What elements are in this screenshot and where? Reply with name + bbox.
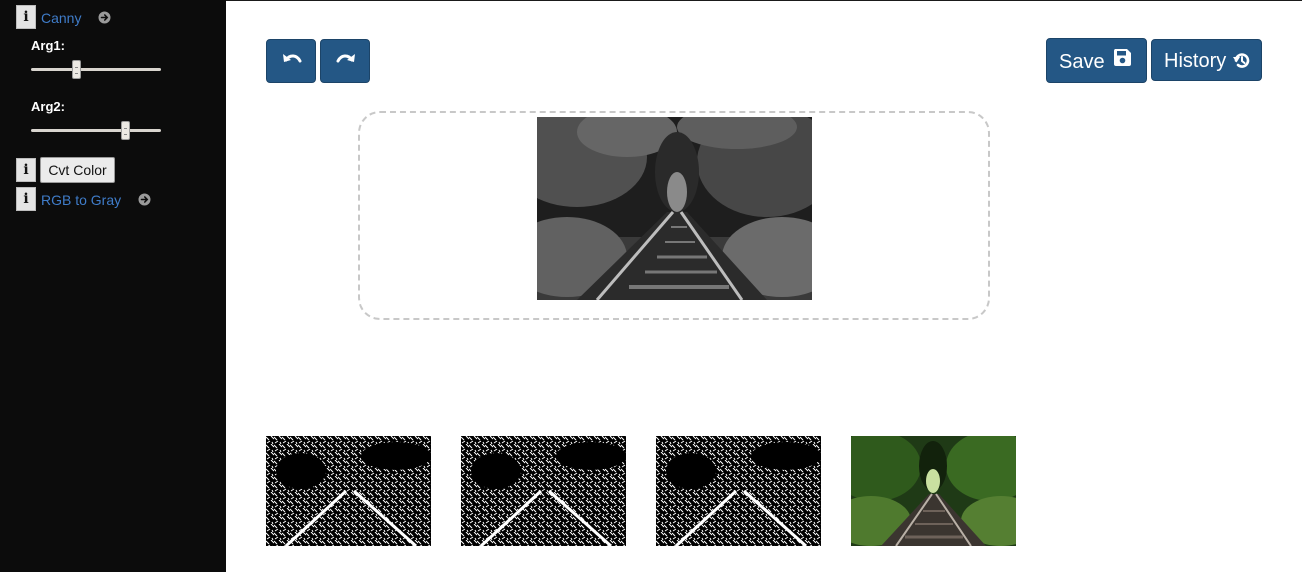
operations-sidebar: i Canny Arg1: Arg2: i Cvt Color i RGB to… [0, 0, 226, 572]
undo-button[interactable] [266, 39, 316, 83]
arg1-label: Arg1: [31, 38, 65, 53]
arg2-slider[interactable] [31, 121, 161, 141]
save-label: Save [1059, 51, 1105, 73]
arg1-slider-track [31, 68, 161, 71]
rgb-to-gray-link[interactable]: RGB to Gray [41, 192, 121, 208]
canny-info-button[interactable]: i [16, 5, 36, 29]
canny-link[interactable]: Canny [41, 10, 81, 26]
arrow-circle-right-icon[interactable] [98, 11, 111, 24]
history-label: History [1164, 50, 1227, 72]
cvt-color-info-button[interactable]: i [16, 158, 36, 182]
arg2-label: Arg2: [31, 99, 65, 114]
history-button[interactable]: History [1151, 39, 1262, 81]
redo-button[interactable] [320, 39, 370, 83]
thumbnail-canny-1[interactable] [266, 436, 431, 546]
thumbnail-original[interactable] [851, 436, 1016, 546]
undo-icon [283, 54, 302, 63]
history-icon [1233, 53, 1250, 68]
save-button[interactable]: Save [1046, 38, 1147, 83]
thumbnail-canny-3[interactable] [656, 436, 821, 546]
arg1-slider[interactable] [31, 60, 161, 80]
rgb-to-gray-info-button[interactable]: i [16, 187, 36, 211]
preview-image [537, 117, 812, 300]
cvt-color-button[interactable]: Cvt Color [40, 157, 115, 183]
arg2-slider-thumb[interactable] [120, 121, 130, 140]
floppy-disk-icon [1113, 49, 1131, 66]
thumbnail-canny-2[interactable] [461, 436, 626, 546]
arg2-slider-track [31, 129, 161, 132]
redo-icon [336, 54, 355, 63]
arrow-circle-right-icon[interactable] [138, 193, 151, 206]
arg1-slider-thumb[interactable] [71, 60, 81, 79]
